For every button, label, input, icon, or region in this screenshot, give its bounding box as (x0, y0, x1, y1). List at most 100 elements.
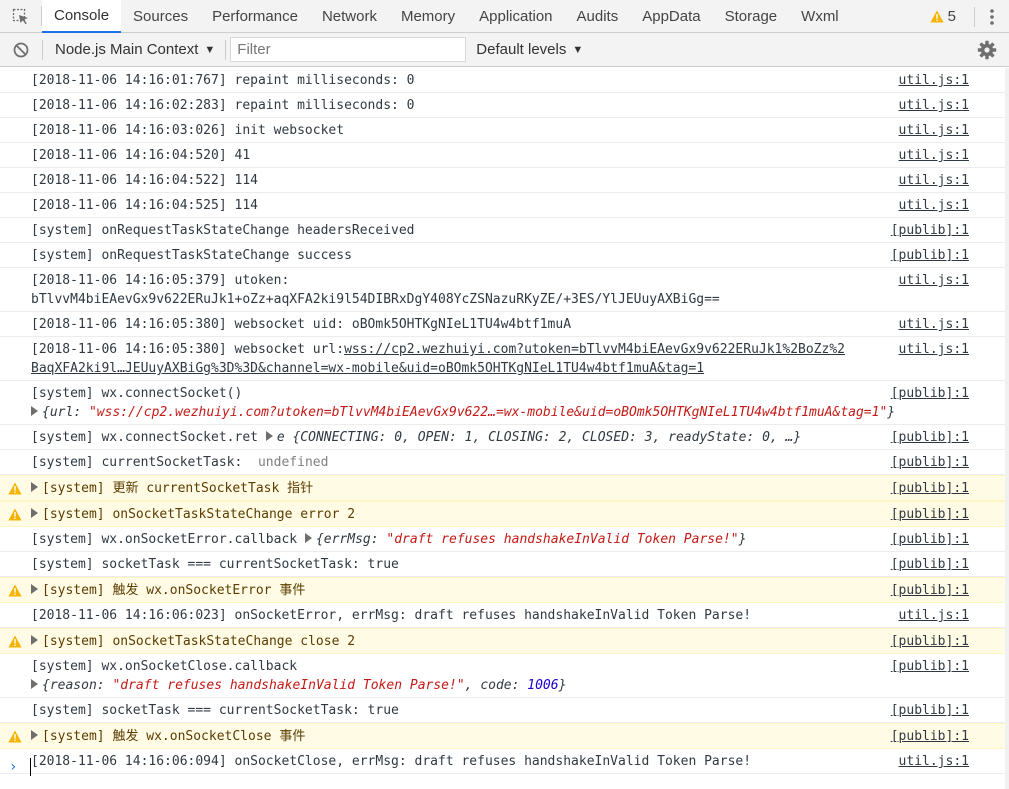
log-text: [system] onSocketTaskStateChange close 2 (42, 634, 356, 649)
tab-application[interactable]: Application (467, 0, 564, 33)
log-source-link[interactable]: [publib]:1 (891, 632, 969, 651)
log-entry: [system] socketTask === currentSocketTas… (0, 698, 1005, 723)
log-source-link[interactable]: util.js:1 (899, 146, 969, 165)
log-source-link[interactable]: [publib]:1 (891, 384, 969, 403)
context-label: Node.js Main Context (55, 41, 199, 58)
log-source-link[interactable]: [publib]:1 (891, 581, 969, 600)
log-entry: [system] onRequestTaskStateChange header… (0, 218, 1005, 243)
log-entry: [2018-11-06 14:16:03:026] init websocket… (0, 118, 1005, 143)
log-text: [system] wx.onSocketError.callback (31, 532, 298, 547)
undefined-value: undefined (257, 455, 329, 470)
object-value: "draft refuses handshakeInValid Token Pa… (112, 678, 465, 693)
log-entry: [2018-11-06 14:16:06:023] onSocketError,… (0, 603, 1005, 628)
log-levels-dropdown[interactable]: Default levels ▼ (476, 41, 583, 58)
log-source-link[interactable]: util.js:1 (899, 271, 969, 290)
log-entry-warning: [system] 触发 wx.onSocketClose 事件 [publib]… (0, 723, 1005, 749)
log-source-link[interactable]: util.js:1 (899, 340, 969, 359)
websocket-url-link[interactable]: wss://cp2.wezhuiyi.com?utoken=bTlvvM4biE… (344, 342, 845, 357)
log-text: [system] 更新 currentSocketTask 指针 (42, 481, 314, 496)
log-source-link[interactable]: [publib]:1 (891, 479, 969, 498)
log-source-link[interactable]: [publib]:1 (891, 428, 969, 447)
log-entry-warning: [system] 触发 wx.onSocketError 事件 [publib]… (0, 577, 1005, 603)
log-source-link[interactable]: [publib]:1 (891, 555, 969, 574)
log-text: [system] 触发 wx.onSocketError 事件 (42, 583, 306, 598)
log-source-link[interactable]: util.js:1 (899, 171, 969, 190)
chevron-down-icon: ▼ (204, 43, 216, 56)
log-message: [system] onRequestTaskStateChange header… (31, 223, 415, 238)
object-key: url (49, 405, 74, 420)
tab-sources[interactable]: Sources (121, 0, 200, 33)
warning-icon (8, 508, 22, 521)
log-source-link[interactable]: util.js:1 (899, 71, 969, 90)
tab-audits[interactable]: Audits (565, 0, 631, 33)
scrollbar[interactable] (1005, 68, 1009, 789)
log-source-link[interactable]: [publib]:1 (891, 505, 969, 524)
tab-performance[interactable]: Performance (200, 0, 310, 33)
console-toolbar: Node.js Main Context ▼ Default levels ▼ (0, 33, 1009, 67)
expand-triangle-icon[interactable] (31, 584, 38, 594)
log-source-link[interactable]: [publib]:1 (891, 453, 969, 472)
warnings-counter[interactable]: 5 (930, 8, 956, 25)
log-entry: [system] wx.connectSocket() {url: "wss:/… (0, 381, 1005, 425)
log-source-link[interactable]: util.js:1 (899, 96, 969, 115)
object-preview[interactable]: {reason: "draft refuses handshakeInValid… (0, 676, 1005, 695)
tab-storage[interactable]: Storage (713, 0, 790, 33)
log-entry: [system] wx.onSocketClose.callback {reas… (0, 654, 1005, 698)
log-message: [2018-11-06 14:16:04:520] 41 (31, 148, 251, 163)
log-message: [system] currentSocketTask: undefined (0, 453, 1005, 472)
tab-console[interactable]: Console (42, 0, 122, 33)
expand-triangle-icon[interactable] (31, 406, 38, 416)
log-source-link[interactable]: [publib]:1 (891, 530, 969, 549)
log-source-link[interactable]: util.js:1 (899, 121, 969, 140)
inspect-element-icon[interactable] (0, 0, 41, 33)
toolbar-divider-2 (225, 39, 227, 60)
object-key: reason (49, 678, 97, 693)
context-selector[interactable]: Node.js Main Context ▼ (43, 41, 225, 58)
expand-triangle-icon[interactable] (31, 508, 38, 518)
expand-triangle-icon[interactable] (31, 482, 38, 492)
clear-console-icon[interactable] (0, 33, 42, 66)
warning-icon (8, 635, 22, 648)
object-preview[interactable]: {CONNECTING: 0, OPEN: 1, CLOSING: 2, CLO… (292, 430, 801, 445)
tab-network[interactable]: Network (310, 0, 389, 33)
devtools-tabbar: Console Sources Performance Network Memo… (0, 0, 1009, 33)
log-source-link[interactable]: [publib]:1 (891, 657, 969, 676)
log-text: [system] onSocketTaskStateChange error 2 (42, 507, 356, 522)
log-source-link[interactable]: util.js:1 (899, 196, 969, 215)
object-value: "draft refuses handshakeInValid Token Pa… (386, 532, 739, 547)
warnings-count: 5 (947, 8, 956, 25)
log-message: [system] onSocketTaskStateChange error 2 (0, 505, 1005, 524)
log-message: [2018-11-06 14:16:02:283] repaint millis… (31, 98, 415, 113)
settings-gear-icon[interactable] (977, 40, 997, 60)
tab-memory[interactable]: Memory (389, 0, 467, 33)
log-text: [2018-11-06 14:16:05:380] websocket url: (31, 342, 345, 357)
more-options-icon[interactable] (975, 0, 1009, 33)
log-message: [system] onRequestTaskStateChange succes… (31, 248, 352, 263)
object-number-value: 1006 (527, 678, 559, 693)
tab-wxml[interactable]: Wxml (789, 0, 851, 33)
tab-appdata[interactable]: AppData (630, 0, 712, 33)
log-message: [system] wx.connectSocket() (31, 386, 243, 401)
console-prompt[interactable]: › (0, 756, 1005, 780)
log-entry: [system] currentSocketTask: undefined [p… (0, 450, 1005, 475)
log-source-link[interactable]: [publib]:1 (891, 727, 969, 746)
log-source-link[interactable]: [publib]:1 (891, 701, 969, 720)
chevron-down-icon: ▼ (572, 43, 584, 56)
log-source-link[interactable]: [publib]:1 (891, 246, 969, 265)
log-message: [system] socketTask === currentSocketTas… (31, 557, 399, 572)
expand-triangle-icon[interactable] (31, 679, 38, 689)
expand-triangle-icon[interactable] (304, 533, 312, 543)
expand-triangle-icon[interactable] (265, 431, 273, 441)
websocket-url-link-continued[interactable]: BaqXFA2ki9l…JEUuyAXBiGg%3D%3D&channel=wx… (31, 361, 704, 376)
log-message: [system] 触发 wx.onSocketClose 事件 (0, 727, 1005, 746)
log-entry-warning: [system] onSocketTaskStateChange error 2… (0, 501, 1005, 527)
log-source-link[interactable]: util.js:1 (899, 606, 969, 625)
log-source-link[interactable]: [publib]:1 (891, 221, 969, 240)
expand-triangle-icon[interactable] (31, 635, 38, 645)
object-preview[interactable]: {url: "wss://cp2.wezhuiyi.com?utoken=bTl… (0, 403, 1005, 422)
filter-input[interactable] (230, 37, 467, 62)
expand-triangle-icon[interactable] (31, 730, 38, 740)
log-source-link[interactable]: util.js:1 (899, 315, 969, 334)
log-message: [2018-11-06 14:16:04:522] 114 (31, 173, 258, 188)
log-message: [2018-11-06 14:16:05:379] utoken: (31, 273, 290, 288)
